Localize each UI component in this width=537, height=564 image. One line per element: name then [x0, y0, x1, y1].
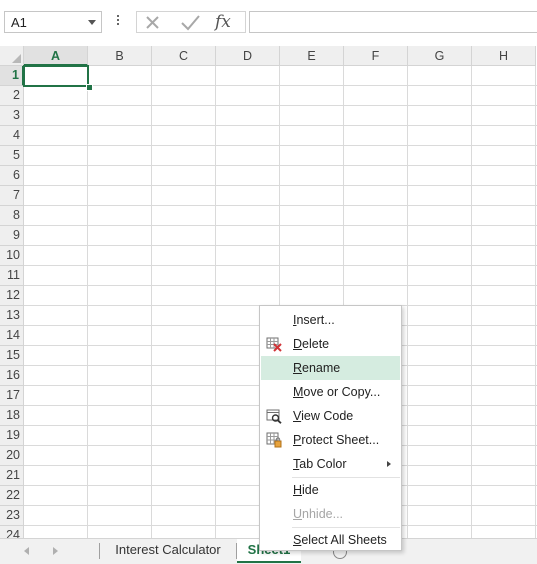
more-options-icon[interactable]	[116, 13, 120, 29]
formula-input[interactable]	[249, 11, 537, 33]
menu-item-rename[interactable]: Rename	[261, 356, 400, 380]
row-header-7[interactable]: 7	[0, 186, 24, 206]
menu-item-label: Select All Sheets	[293, 533, 387, 547]
column-headers: ABCDEFGH	[24, 46, 537, 66]
row-header-8[interactable]: 8	[0, 206, 24, 226]
menu-item-label: Protect Sheet...	[293, 433, 380, 447]
row-header-14[interactable]: 14	[0, 326, 24, 346]
menu-item-protect-sheet[interactable]: Protect Sheet...	[261, 428, 400, 452]
insert-function-icon[interactable]: fx	[215, 14, 239, 32]
enter-check-icon[interactable]	[179, 14, 203, 32]
menu-item-label: Hide	[293, 483, 319, 497]
formula-bar-area: A1 fx	[0, 0, 537, 44]
scroll-tabs-left-icon[interactable]	[24, 547, 29, 555]
menu-item-hide[interactable]: Hide	[261, 478, 400, 502]
menu-item-move-or-copy[interactable]: Move or Copy...	[261, 380, 400, 404]
row-header-5[interactable]: 5	[0, 146, 24, 166]
menu-item-label: Rename	[293, 361, 341, 375]
chevron-down-icon[interactable]	[88, 20, 96, 25]
menu-item-tab-color[interactable]: Tab Color	[261, 452, 400, 476]
column-header-b[interactable]: B	[88, 46, 152, 66]
row-header-15[interactable]: 15	[0, 346, 24, 366]
active-cell-a1[interactable]	[23, 65, 89, 87]
row-header-22[interactable]: 22	[0, 486, 24, 506]
column-header-d[interactable]: D	[216, 46, 280, 66]
tab-divider	[99, 543, 100, 559]
row-header-3[interactable]: 3	[0, 106, 24, 126]
submenu-arrow-icon	[387, 461, 391, 467]
column-header-a[interactable]: A	[24, 46, 88, 66]
menu-item-view-code[interactable]: View Code	[261, 404, 400, 428]
menu-item-label: Delete	[293, 337, 330, 351]
name-box[interactable]: A1	[4, 11, 102, 33]
formula-buttons: fx	[136, 11, 246, 33]
row-header-23[interactable]: 23	[0, 506, 24, 526]
column-header-f[interactable]: F	[344, 46, 408, 66]
menu-item-label: Move or Copy...	[293, 385, 381, 399]
sheet-context-menu: Insert... Delete Rename Move or Copy... …	[259, 305, 402, 551]
tab-interest-calculator[interactable]: Interest Calculator	[106, 539, 230, 563]
protect-sheet-icon	[266, 432, 282, 448]
row-header-19[interactable]: 19	[0, 426, 24, 446]
name-box-value: A1	[11, 15, 27, 30]
row-header-9[interactable]: 9	[0, 226, 24, 246]
column-header-c[interactable]: C	[152, 46, 216, 66]
row-header-21[interactable]: 21	[0, 466, 24, 486]
column-header-g[interactable]: G	[408, 46, 472, 66]
menu-item-label: Unhide...	[293, 507, 344, 521]
row-header-16[interactable]: 16	[0, 366, 24, 386]
delete-sheet-icon	[266, 336, 282, 352]
column-header-h[interactable]: H	[472, 46, 536, 66]
row-header-17[interactable]: 17	[0, 386, 24, 406]
row-header-13[interactable]: 13	[0, 306, 24, 326]
row-header-4[interactable]: 4	[0, 126, 24, 146]
scroll-tabs-right-icon[interactable]	[53, 547, 58, 555]
menu-item-label: View Code	[293, 409, 354, 423]
cancel-icon[interactable]	[143, 14, 167, 32]
row-header-6[interactable]: 6	[0, 166, 24, 186]
row-header-12[interactable]: 12	[0, 286, 24, 306]
row-header-20[interactable]: 20	[0, 446, 24, 466]
menu-item-label: Insert...	[293, 313, 335, 327]
view-code-icon	[266, 408, 282, 424]
fill-handle[interactable]	[86, 84, 93, 91]
row-header-11[interactable]: 11	[0, 266, 24, 286]
row-header-18[interactable]: 18	[0, 406, 24, 426]
row-header-2[interactable]: 2	[0, 86, 24, 106]
column-header-e[interactable]: E	[280, 46, 344, 66]
menu-item-unhide: Unhide...	[261, 502, 400, 526]
select-all-corner[interactable]	[0, 46, 24, 66]
row-header-1[interactable]: 1	[0, 66, 24, 86]
menu-item-label: Tab Color	[293, 457, 347, 471]
row-header-10[interactable]: 10	[0, 246, 24, 266]
menu-item-delete[interactable]: Delete	[261, 332, 400, 356]
menu-item-insert[interactable]: Insert...	[261, 308, 400, 332]
menu-item-select-all-sheets[interactable]: Select All Sheets	[261, 528, 400, 552]
